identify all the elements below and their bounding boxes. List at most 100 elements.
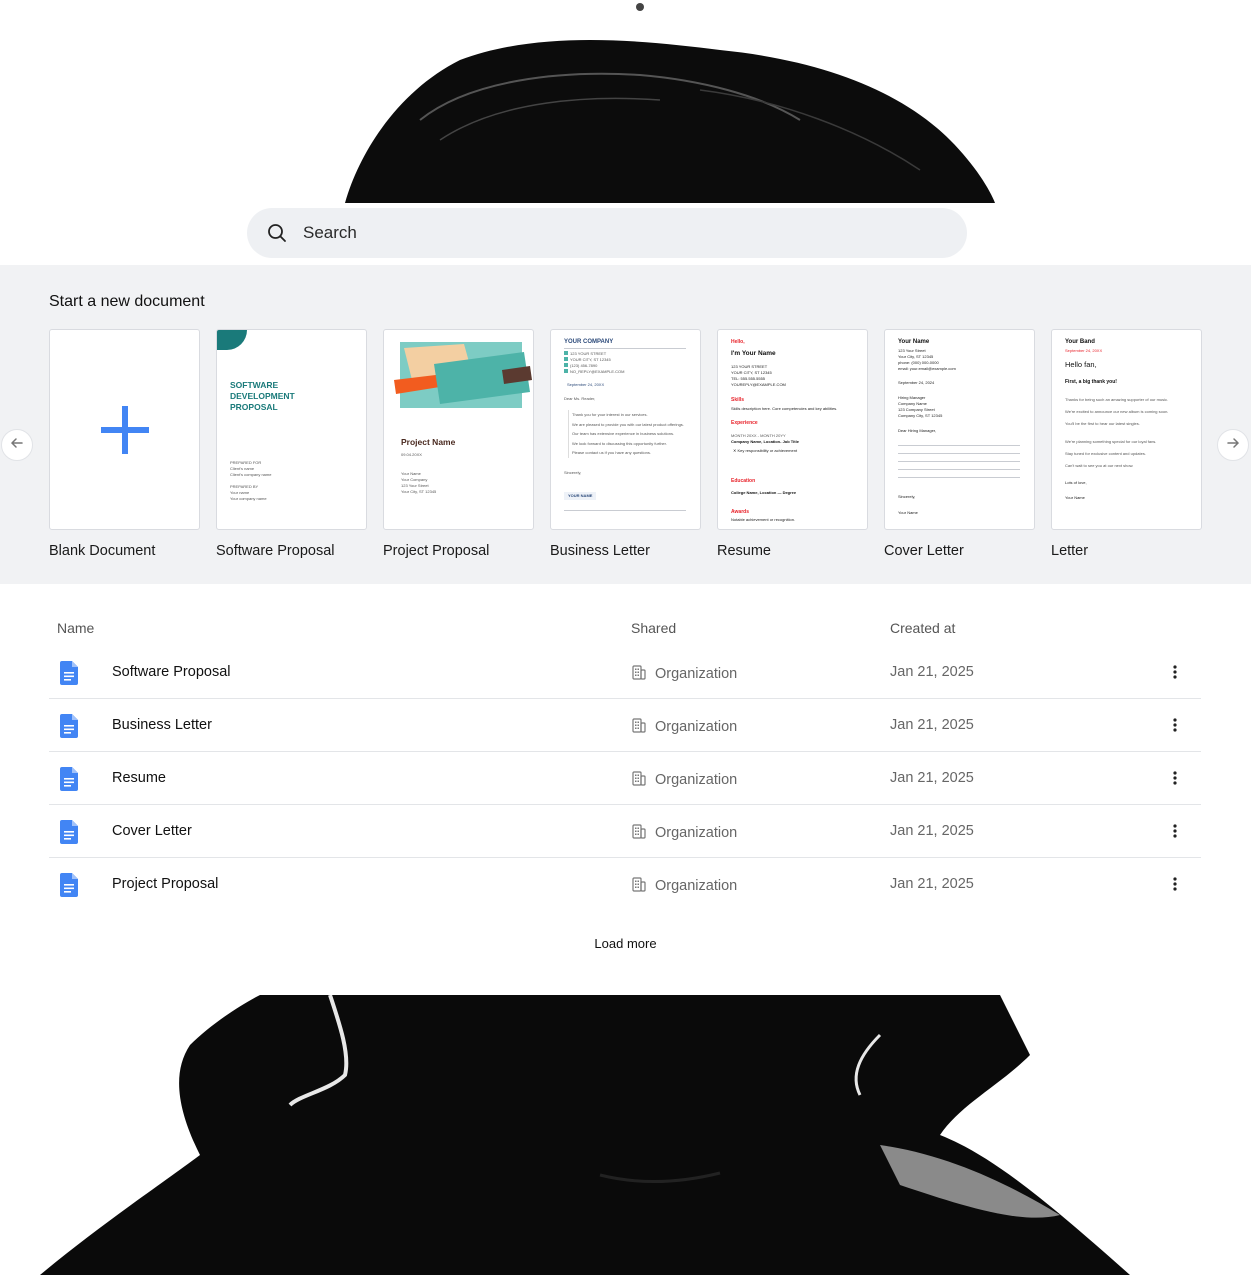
preview-closing: Lots of love, [1065, 480, 1087, 485]
preview-text: Please contact us if you have any questi… [572, 450, 651, 455]
template-resume[interactable]: Hello, I'm Your Name 123 YOUR STREET YOU… [717, 329, 868, 559]
template-project-proposal[interactable]: Project Name 09.04.20XX Your Name Your C… [383, 329, 534, 559]
row-created: Jan 21, 2025 [890, 664, 974, 680]
template-card[interactable]: SOFTWARE DEVELOPMENT PROPOSAL PREPARED F… [216, 329, 367, 530]
preview-text: You'll be the first to hear our latest s… [1065, 421, 1140, 426]
preview-text: We're planning something special for our… [1065, 439, 1157, 444]
preview-name: I'm Your Name [731, 350, 776, 357]
row-shared: Organization [631, 717, 737, 737]
preview-title: Project Name [401, 437, 456, 447]
template-letter[interactable]: Your Band September 24, 20XX Hello fan, … [1051, 329, 1202, 559]
preview-section: Awards [731, 509, 749, 515]
preview-text: We look forward to discussing this oppor… [572, 440, 667, 446]
teal-corner [217, 330, 247, 350]
template-card[interactable]: Your Band September 24, 20XX Hello fan, … [1051, 329, 1202, 530]
preview-text: NO_REPLY@EXAMPLE.COM [564, 369, 624, 375]
template-label: Blank Document [49, 543, 156, 559]
preview-sign: Your Name [1065, 495, 1085, 500]
table-row[interactable]: Business Letter Organization Jan 21, 2025 [49, 699, 1201, 752]
preview-closing: Sincerely, [898, 494, 916, 499]
table-row[interactable]: Resume Organization Jan 21, 2025 [49, 752, 1201, 805]
more-vert-icon[interactable] [1165, 660, 1185, 684]
row-name[interactable]: Resume [112, 770, 166, 786]
background-photo-bottom [0, 995, 1251, 1275]
doc-icon [60, 661, 78, 690]
template-card[interactable]: YOUR COMPANY 123 YOUR STREET YOUR CITY, … [550, 329, 701, 530]
template-software-proposal[interactable]: SOFTWARE DEVELOPMENT PROPOSAL PREPARED F… [216, 329, 367, 559]
load-more-button[interactable]: Load more [0, 936, 1251, 951]
preview-text: Company City, ST 12345 [898, 413, 943, 418]
preview-text: Client's company name [230, 472, 272, 477]
row-shared: Organization [631, 876, 737, 896]
column-header-name[interactable]: Name [57, 620, 94, 636]
templates-section: Start a new document Blank Document SOFT… [0, 265, 1251, 584]
preview-hello: Hello fan, [1065, 360, 1097, 369]
preview-text: ✕ Key responsibility or achievement [733, 448, 798, 453]
row-shared-label: Organization [655, 825, 738, 841]
preview-hello: Hello, [731, 339, 745, 345]
template-card[interactable]: Project Name 09.04.20XX Your Name Your C… [383, 329, 534, 530]
row-shared: Organization [631, 664, 737, 684]
row-name[interactable]: Software Proposal [112, 664, 230, 680]
row-shared-label: Organization [655, 719, 738, 735]
row-name[interactable]: Project Proposal [112, 876, 218, 892]
template-label: Cover Letter [884, 543, 964, 559]
preview-text: Notable achievement or recognition. [731, 517, 796, 522]
plus-icon [101, 406, 149, 459]
preview-section: Skills [731, 397, 745, 403]
templates-title: Start a new document [49, 293, 205, 310]
template-card[interactable]: Your Name 123 Your Street Your City, ST … [884, 329, 1035, 530]
table-row[interactable]: Software Proposal Organization Jan 21, 202… [49, 646, 1201, 699]
preview-heading: SOFTWARE [230, 380, 279, 390]
column-header-created[interactable]: Created at [890, 620, 955, 636]
row-created: Jan 21, 2025 [890, 717, 974, 733]
template-cover-letter[interactable]: Your Name 123 Your Street Your City, ST … [884, 329, 1035, 559]
search-bar[interactable] [247, 208, 967, 258]
row-created: Jan 21, 2025 [890, 770, 974, 786]
template-card[interactable]: Hello, I'm Your Name 123 YOUR STREET YOU… [717, 329, 868, 530]
carousel-next-button[interactable] [1217, 429, 1249, 461]
preview-text: Can't wait to see you at our next show. [1065, 463, 1134, 468]
preview-text: Company Name, Location- Job Title [731, 439, 799, 444]
doc-icon [60, 820, 78, 849]
preview-closing: Sincerely, [564, 470, 582, 475]
search-icon [267, 223, 287, 243]
preview-text: Skills description here. Core competenci… [731, 406, 838, 411]
preview-text: Thank you for your interest in our servi… [572, 412, 648, 417]
preview-heading: PROPOSAL [230, 402, 278, 412]
carousel-prev-button[interactable] [1, 429, 33, 461]
doc-icon [60, 714, 78, 743]
more-vert-icon[interactable] [1165, 872, 1185, 896]
row-shared: Organization [631, 770, 737, 790]
preview-thanks: First, a big thank you! [1065, 379, 1117, 385]
table-row[interactable]: Cover Letter Organization Jan 21, 2025 [49, 805, 1201, 858]
row-name[interactable]: Cover Letter [112, 823, 192, 839]
preview-text: We are pleased to provide you with our l… [572, 421, 684, 427]
more-vert-icon[interactable] [1165, 819, 1185, 843]
table-row[interactable]: Project Proposal Organization Jan 21, 2025 [49, 858, 1201, 911]
template-label: Project Proposal [383, 543, 490, 559]
preview-text: College Name, Location — Degree [731, 490, 797, 495]
doc-icon [60, 873, 78, 902]
preview-date: September 24, 2024 [898, 380, 935, 385]
template-business-letter[interactable]: YOUR COMPANY 123 YOUR STREET YOUR CITY, … [550, 329, 701, 559]
search-input[interactable] [303, 223, 903, 243]
building-icon [631, 664, 655, 684]
template-card[interactable] [49, 329, 200, 530]
row-shared-label: Organization [655, 666, 738, 682]
row-shared-label: Organization [655, 772, 738, 788]
preview-greeting: Dear Hiring Manager, [898, 428, 937, 433]
more-vert-icon[interactable] [1165, 766, 1185, 790]
template-blank-document[interactable]: Blank Document [49, 329, 200, 559]
row-name[interactable]: Business Letter [112, 717, 212, 733]
arrow-left-icon [10, 436, 24, 455]
preview-text: Your City, ST 12345 [401, 489, 437, 494]
preview-greeting: Dear Ms. Reader, [564, 396, 596, 401]
preview-text: Stay tuned for exclusive content and upd… [1065, 451, 1146, 456]
column-header-shared[interactable]: Shared [631, 620, 676, 636]
row-created: Jan 21, 2025 [890, 876, 974, 892]
template-label: Resume [717, 543, 771, 559]
preview-company: YOUR COMPANY [564, 339, 614, 345]
more-vert-icon[interactable] [1165, 713, 1185, 737]
row-shared: Organization [631, 823, 737, 843]
